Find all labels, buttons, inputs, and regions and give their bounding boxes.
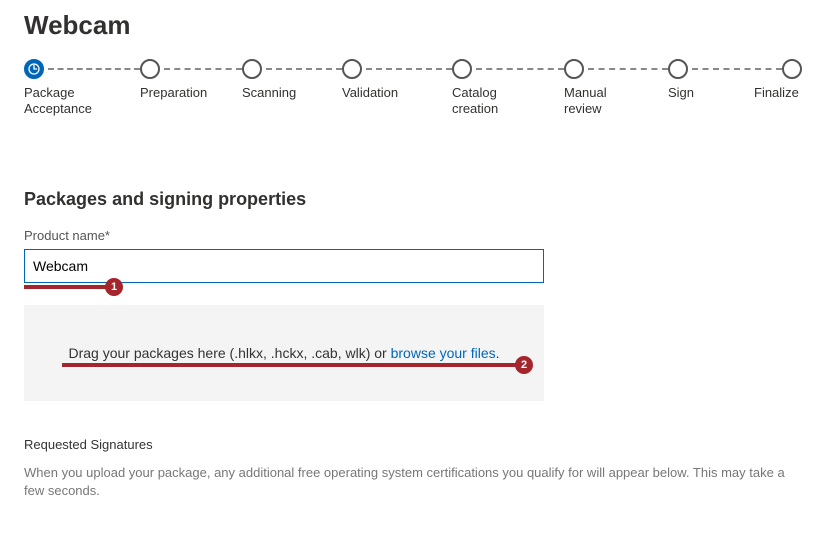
- package-dropzone[interactable]: Drag your packages here (.hlkx, .hckx, .…: [24, 305, 544, 401]
- step-scanning[interactable]: Scanning: [242, 59, 296, 101]
- step-label: Sign: [668, 85, 694, 101]
- dropzone-suffix: .: [496, 345, 500, 361]
- requested-signatures-title: Requested Signatures: [24, 437, 803, 452]
- circle-icon: [242, 59, 262, 79]
- product-name-input[interactable]: [24, 249, 544, 283]
- step-validation[interactable]: Validation: [342, 59, 398, 101]
- circle-icon: [452, 59, 472, 79]
- circle-icon: [564, 59, 584, 79]
- step-package-acceptance[interactable]: PackageAcceptance: [24, 59, 92, 118]
- clock-icon: [24, 59, 44, 79]
- section-title: Packages and signing properties: [24, 189, 803, 210]
- step-manual-review[interactable]: Manualreview: [564, 59, 607, 118]
- step-label: Validation: [342, 85, 398, 101]
- page-title: Webcam: [24, 10, 803, 41]
- dropzone-text: Drag your packages here (.hlkx, .hckx, .…: [68, 345, 499, 361]
- step-sign[interactable]: Sign: [668, 59, 694, 101]
- circle-icon: [782, 59, 802, 79]
- step-label: Preparation: [140, 85, 207, 101]
- circle-icon: [140, 59, 160, 79]
- step-preparation[interactable]: Preparation: [140, 59, 207, 101]
- step-label: Catalogcreation: [452, 85, 498, 118]
- step-label: PackageAcceptance: [24, 85, 92, 118]
- callout-underline: [24, 285, 114, 289]
- circle-icon: [342, 59, 362, 79]
- callout-badge-1: 1: [105, 278, 123, 296]
- circle-icon: [668, 59, 688, 79]
- requested-signatures-description: When you upload your package, any additi…: [24, 464, 803, 499]
- progress-stepper: PackageAcceptance Preparation Scanning V…: [24, 59, 804, 139]
- step-catalog-creation[interactable]: Catalogcreation: [452, 59, 498, 118]
- step-label: Finalize: [754, 85, 802, 101]
- callout-badge-2: 2: [515, 356, 533, 374]
- browse-files-link[interactable]: browse your files: [391, 345, 496, 361]
- stepper-connector: [692, 68, 782, 70]
- step-label: Scanning: [242, 85, 296, 101]
- step-finalize[interactable]: Finalize: [782, 59, 802, 101]
- product-name-label: Product name*: [24, 228, 803, 243]
- dropzone-prefix: Drag your packages here (.hlkx, .hckx, .…: [68, 345, 390, 361]
- step-label: Manualreview: [564, 85, 607, 118]
- callout-underline: [62, 363, 524, 367]
